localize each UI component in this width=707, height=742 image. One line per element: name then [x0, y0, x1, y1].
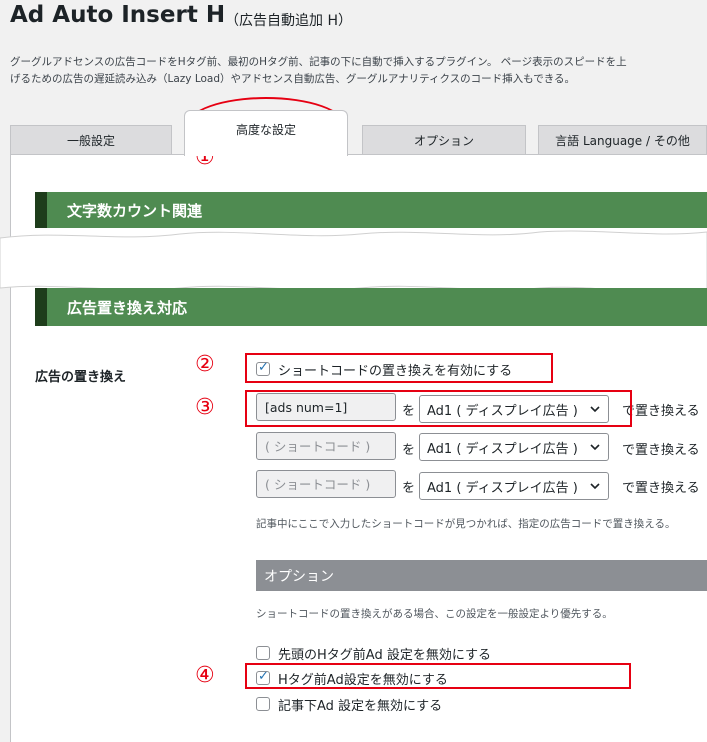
- annotation-box-h-ad: [245, 663, 631, 689]
- plugin-description-line1: グーグルアドセンスの広告コードをHタグ前、最初のHタグ前、記事の下に自動で挿入す…: [10, 56, 627, 68]
- tab-advanced-label: 高度な設定: [235, 123, 296, 137]
- chevron-down-icon: [590, 444, 600, 451]
- tab-general-label: 一般設定: [66, 134, 115, 148]
- tab-general[interactable]: 一般設定: [10, 125, 172, 155]
- disable-first-h-ad-checkbox[interactable]: [256, 646, 270, 660]
- shortcode-input-2[interactable]: [256, 432, 396, 460]
- disable-bottom-ad-checkbox[interactable]: [256, 697, 270, 711]
- replace-suffix-1: で置き換える: [622, 404, 700, 419]
- torn-paper-divider: [0, 230, 707, 294]
- section-ad-replace-title: 広告置き換え対応: [67, 298, 188, 317]
- annotation-box-row1: [245, 390, 632, 427]
- section-ad-replace: 広告置き換え対応: [35, 288, 707, 326]
- chevron-down-icon: [590, 483, 600, 490]
- wo-label-3: を: [402, 481, 416, 496]
- tab-language-label: 言語 Language / その他: [555, 134, 690, 148]
- annotation-marker-2: ②: [195, 352, 215, 377]
- replace-suffix-3: で置き換える: [622, 481, 700, 496]
- options-note: ショートコードの置き換えがある場合、この設定を一般設定より優先する。: [256, 608, 613, 620]
- page-title: Ad Auto Insert H: [10, 2, 226, 28]
- annotation-marker-3: ③: [195, 395, 215, 420]
- page-subtitle: （広告自動追加 H）: [225, 13, 352, 29]
- options-subsection-title: オプション: [264, 568, 334, 585]
- replace-suffix-2: で置き換える: [622, 443, 700, 458]
- tab-options-label: オプション: [413, 134, 474, 148]
- wo-label-2: を: [402, 443, 416, 458]
- annotation-marker-4: ④: [195, 663, 215, 688]
- section-char-count-title: 文字数カウント関連: [67, 201, 203, 220]
- annotation-box-enable: [245, 353, 553, 383]
- plugin-description-line2: げるための広告の遅延読み込み（Lazy Load）やアドセンス自動広告、グーグル…: [10, 73, 576, 85]
- ad-select-2-value: Ad1 ( ディスプレイ広告 ): [427, 441, 578, 457]
- disable-first-h-ad-label: 先頭のHタグ前Ad 設定を無効にする: [278, 648, 491, 663]
- ad-select-2[interactable]: Ad1 ( ディスプレイ広告 ): [419, 433, 609, 461]
- ad-replace-label: 広告の置き換え: [35, 370, 127, 385]
- disable-bottom-ad-label: 記事下Ad 設定を無効にする: [278, 699, 443, 714]
- shortcode-note: 記事中にここで入力したショートコードが見つかれば、指定の広告コードで置き換える。: [256, 518, 676, 530]
- options-subsection-bar: オプション: [256, 560, 707, 591]
- shortcode-input-3[interactable]: [256, 470, 396, 498]
- tab-options[interactable]: オプション: [362, 125, 526, 155]
- section-char-count: 文字数カウント関連: [35, 192, 707, 228]
- ad-select-3[interactable]: Ad1 ( ディスプレイ広告 ): [419, 472, 609, 500]
- tab-language-other[interactable]: 言語 Language / その他: [538, 125, 707, 155]
- ad-select-3-value: Ad1 ( ディスプレイ広告 ): [427, 480, 578, 496]
- tab-advanced[interactable]: 高度な設定: [184, 110, 348, 156]
